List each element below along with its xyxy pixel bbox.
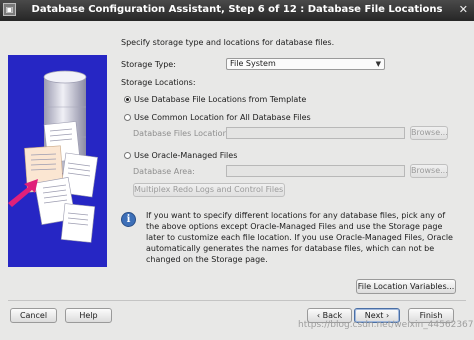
option-template-label[interactable]: Use Database File Locations from Templat… bbox=[134, 95, 306, 104]
radio-oracle-managed-files[interactable] bbox=[124, 152, 131, 159]
radio-template-locations[interactable] bbox=[124, 96, 131, 103]
title-bar: ▣ Database Configuration Assistant, Step… bbox=[0, 0, 474, 21]
radio-common-location[interactable] bbox=[124, 114, 131, 121]
database-files-location-input[interactable] bbox=[226, 127, 405, 139]
chevron-down-icon: ▼ bbox=[375, 60, 381, 68]
browse-database-area-button[interactable]: Browse... bbox=[410, 164, 448, 178]
database-files-location-label: Database Files Location: bbox=[133, 129, 231, 138]
info-text: If you want to specify different locatio… bbox=[146, 211, 453, 264]
option-common-label[interactable]: Use Common Location for All Database Fil… bbox=[134, 113, 311, 122]
storage-type-value: File System bbox=[230, 59, 276, 68]
wizard-illustration bbox=[8, 55, 107, 267]
back-label: Back bbox=[322, 311, 343, 320]
storage-type-label: Storage Type: bbox=[121, 60, 176, 69]
database-documents-illustration bbox=[8, 70, 98, 243]
database-area-input[interactable] bbox=[226, 165, 405, 177]
storage-type-select[interactable]: File System ▼ bbox=[226, 58, 385, 70]
watermark-text: https://blog.csdn.net/weixin_44562367 bbox=[298, 320, 474, 330]
help-button[interactable]: Help bbox=[65, 308, 112, 323]
storage-locations-heading: Storage Locations: bbox=[121, 78, 196, 87]
pink-arrow-icon bbox=[8, 179, 38, 207]
database-area-label: Database Area: bbox=[133, 167, 195, 176]
next-label: Next bbox=[364, 311, 384, 320]
browse-files-location-button[interactable]: Browse... bbox=[410, 126, 448, 140]
window-title: Database Configuration Assistant, Step 6… bbox=[31, 4, 443, 15]
footer-divider bbox=[8, 300, 466, 301]
option-omf-label[interactable]: Use Oracle-Managed Files bbox=[134, 151, 237, 160]
info-icon: i bbox=[121, 212, 136, 227]
file-location-variables-button[interactable]: File Location Variables... bbox=[356, 279, 456, 294]
multiplex-redo-logs-button[interactable]: Multiplex Redo Logs and Control Files... bbox=[133, 183, 285, 197]
close-icon[interactable]: ✕ bbox=[459, 3, 468, 16]
chevron-right-icon: › bbox=[383, 311, 390, 320]
cancel-button[interactable]: Cancel bbox=[10, 308, 57, 323]
intro-text: Specify storage type and locations for d… bbox=[121, 38, 335, 47]
